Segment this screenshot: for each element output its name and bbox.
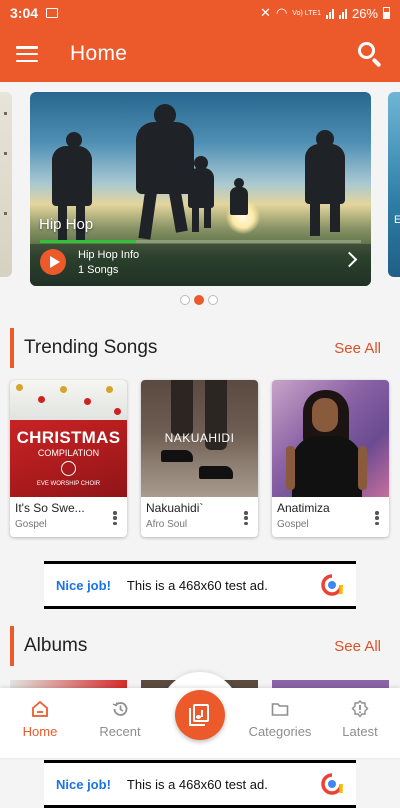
nav-label-home: Home	[22, 724, 58, 739]
song-title: Nakuahidi`	[146, 501, 204, 515]
albums-see-all-link[interactable]: See All	[334, 638, 381, 655]
ad-text: This is a 468x60 test ad.	[126, 577, 268, 593]
section-accent-bar	[10, 626, 14, 666]
carousel-next-card[interactable]: E	[388, 92, 400, 277]
carousel-dot[interactable]	[208, 295, 218, 305]
carousel-prev-card[interactable]	[0, 92, 12, 277]
albums-header: Albums See All	[0, 626, 400, 666]
app-bar: Home	[0, 26, 400, 82]
song-genre: Gospel	[277, 519, 309, 530]
home-icon	[32, 700, 48, 717]
nav-label-latest: Latest	[342, 724, 378, 739]
menu-icon[interactable]	[16, 46, 38, 62]
signal-icon	[325, 8, 334, 19]
folder-icon	[271, 703, 289, 716]
play-button[interactable]	[40, 249, 66, 275]
song-genre: Afro Soul	[146, 519, 188, 530]
featured-genre: Hip Hop	[39, 216, 94, 233]
featured-card[interactable]: Hip Hop Hip Hop Info 1 Songs	[30, 92, 371, 286]
next-card-letter: E	[394, 214, 400, 226]
trending-see-all-link[interactable]: See All	[334, 340, 381, 357]
more-options-icon[interactable]	[113, 511, 117, 525]
carousel-dot[interactable]	[180, 295, 190, 305]
song-title: It's So Swe...	[15, 501, 85, 515]
image-notification-icon	[46, 8, 59, 18]
history-icon	[112, 702, 128, 716]
status-time: 3:04	[10, 5, 39, 21]
ad-choices-icon[interactable]	[320, 772, 344, 796]
nav-label-recent: Recent	[99, 724, 141, 739]
carousel-dot-active[interactable]	[194, 295, 204, 305]
artwork-title: CHRISTMAS	[16, 428, 121, 447]
carousel-indicator	[180, 295, 218, 305]
ad-nice-text: Nice job!	[56, 577, 111, 593]
new-release-icon	[351, 700, 369, 718]
albums-title: Albums	[24, 635, 88, 656]
song-card[interactable]: NAKUAHIDI Nakuahidi` Afro Soul	[141, 380, 258, 537]
song-card[interactable]: CHRISTMAS COMPILATION EVE WORSHIP CHOIR …	[10, 380, 127, 537]
artwork-subtitle: COMPILATION	[37, 448, 100, 458]
featured-name: Hip Hop Info	[78, 249, 140, 261]
page-title: Home	[70, 42, 128, 65]
library-music-button[interactable]	[175, 690, 225, 740]
trending-header: Trending Songs See All	[0, 328, 400, 368]
battery-icon	[383, 7, 390, 19]
ad-banner-bottom[interactable]: Nice job! This is a 468x60 test ad.	[44, 760, 356, 808]
signal-icon-2	[338, 8, 347, 19]
featured-song-count: 1 Songs	[78, 264, 119, 276]
music-note-icon	[61, 461, 76, 476]
song-artwork: CHRISTMAS COMPILATION EVE WORSHIP CHOIR	[10, 380, 127, 497]
song-title: Anatimiza	[277, 501, 330, 515]
wifi-icon: ◠	[275, 5, 288, 20]
section-accent-bar	[10, 328, 14, 368]
featured-progress-bar	[40, 240, 137, 243]
ad-choices-icon[interactable]	[320, 573, 344, 597]
song-artwork: NAKUAHIDI	[141, 380, 258, 497]
ad-nice-text: Nice job!	[56, 776, 111, 792]
mute-icon: ✕	[260, 5, 271, 20]
artwork-title: NAKUAHIDI	[164, 431, 235, 445]
battery-percent: 26%	[351, 5, 378, 21]
song-genre: Gospel	[15, 519, 47, 530]
song-artwork	[272, 380, 389, 497]
ad-text: This is a 468x60 test ad.	[126, 776, 268, 792]
featured-carousel[interactable]: Hip Hop Hip Hop Info 1 Songs E	[0, 92, 400, 287]
artwork-credit: EVE WORSHIP CHOIR	[36, 481, 101, 487]
search-icon[interactable]	[356, 40, 384, 68]
song-card[interactable]: Anatimiza Gospel	[272, 380, 389, 537]
status-icons: ✕ ◠ Vo) LTE1 26%	[260, 5, 390, 21]
trending-title: Trending Songs	[24, 337, 158, 358]
more-options-icon[interactable]	[244, 511, 248, 525]
more-options-icon[interactable]	[375, 511, 379, 525]
ad-banner[interactable]: Nice job! This is a 468x60 test ad.	[44, 561, 356, 609]
status-bar: 3:04 ✕ ◠ Vo) LTE1 26%	[0, 0, 400, 26]
nav-label-categories: Categories	[248, 724, 312, 739]
network-label: Vo) LTE1	[292, 9, 321, 17]
